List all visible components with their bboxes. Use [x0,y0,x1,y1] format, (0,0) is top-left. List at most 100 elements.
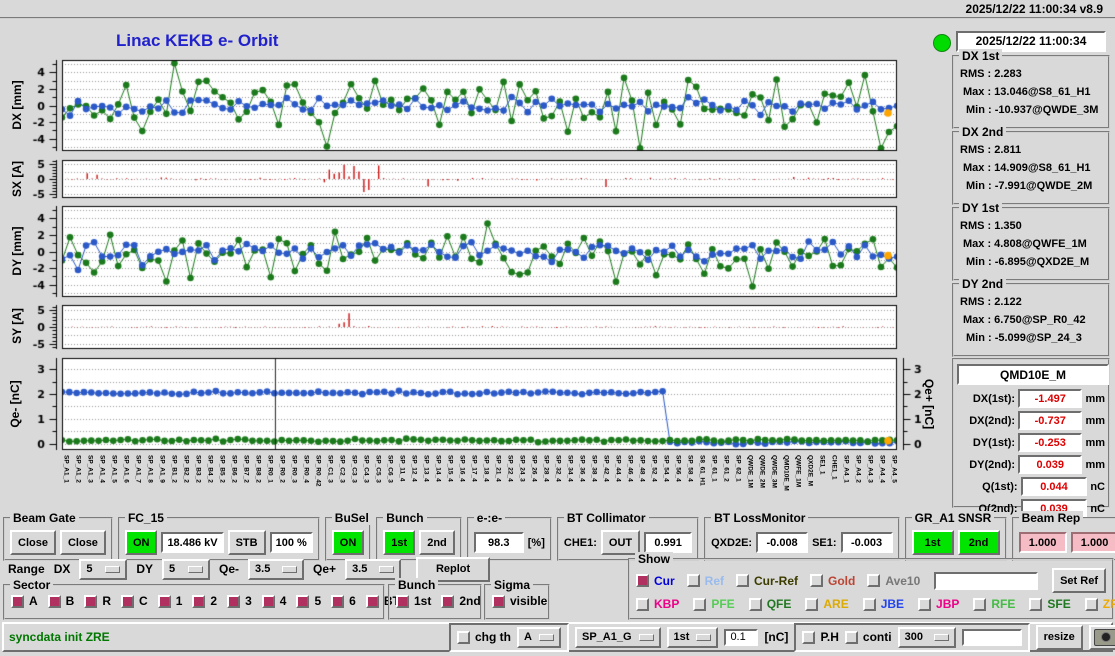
range-qep-select[interactable]: 3.5 [345,558,402,580]
busel-title: BuSel [331,511,372,525]
checkbox-label: PFE [711,597,735,611]
x-axis-label: SP_54_4 [662,455,670,482]
fc15-percent-display: 100 % [269,532,313,553]
bt-lossmonitor-qxd2e-label: QXD2E: [711,536,753,549]
stats-line: Max : 4.808@QWFE_1M [963,238,1087,250]
show-checkbox-gold[interactable]: Gold [810,574,855,588]
x-axis-label: SP_C5_3 [374,455,382,483]
beam-gate-close-2-button[interactable]: Close [59,530,106,555]
show-checkbox-are[interactable]: ARE [805,597,849,611]
x-axis-bpm-labels: SP_A1_1 SP_A1_2 SP_A1_3 SP_A1_4 SP_A1_5 SP_A1… [62,455,898,505]
fc15-on-button[interactable]: ON [124,530,158,555]
set-ref-button[interactable]: Set Ref [1052,568,1106,593]
camera-icon [1093,628,1115,646]
show-row-2: KBP PFE QFE ARE JBE JBP RFE SFE ZRE [630,595,1115,613]
show-checkbox-cur-ref[interactable]: Cur-Ref [736,574,798,588]
checkbox-label: Cur-Ref [754,573,799,588]
sigma-visible-checkbox[interactable]: visible [492,594,547,608]
extra-input[interactable] [961,628,1022,646]
th-select[interactable]: A [517,626,561,648]
conti-checkbox[interactable]: conti [844,630,892,644]
show-checkbox-jbp[interactable]: JBP [918,597,959,611]
points-select[interactable]: 300 [897,626,956,648]
sector-checkbox-6[interactable]: 6 [331,594,356,608]
device-row-unit: mm [1085,458,1105,471]
checkbox-label: A [29,594,38,608]
show-checkbox-rfe[interactable]: RFE [973,597,1015,611]
sector-checkbox-C[interactable]: C [121,594,148,608]
checkbox-indicator [331,594,345,608]
bunch-order-select[interactable]: 1st [666,626,719,648]
x-axis-label: SP_24_3 [518,455,526,482]
show-checkbox-sfe[interactable]: SFE [1029,597,1071,611]
beam-gate-group: Beam Gate Close Close [3,511,113,561]
stats-group-title: DY 2nd [959,277,1007,291]
show-checkbox-qfe[interactable]: QFE [748,597,791,611]
x-axis-label: SP_A4_1 [842,455,850,483]
control-row-1: Beam Gate Close Close FC_15 ON 18.486 kV… [3,511,1115,561]
x-axis-label: SP_A1_1 [62,455,70,483]
show-checkbox-kbp[interactable]: KBP [636,597,679,611]
bt-lossmonitor-qxd2e-display: -0.008 [756,532,809,553]
show-checkbox-zre[interactable]: ZRE [1084,597,1115,611]
checkbox-indicator [736,574,750,587]
x-axis-label: SP_B7_2 [242,455,250,483]
gr-a1-1st-button[interactable]: 1st [911,530,954,555]
bunch-checkbox-1st[interactable]: 1st [396,594,431,608]
camera-lens-icon [1100,632,1111,642]
show-row-1: Cur Ref Cur-Ref Gold Ave10 Set Ref [630,560,1112,595]
bunch-2nd-button[interactable]: 2nd [419,530,455,555]
x-axis-label: SP_46_4 [626,455,634,482]
stats-line: RMS : 2.283 [960,68,1022,80]
x-axis-label: SP_A1_6 [122,455,130,483]
resize-button[interactable]: resize [1035,624,1083,650]
sector-checkbox-1[interactable]: 1 [157,594,182,608]
beam-rep-group: Beam Rep 1.000 1.000 [Hz] 100.000 [%] [1011,511,1115,561]
device-row-value: 0.039 [1018,455,1083,474]
show-checkbox-ave10[interactable]: Ave10 [867,574,920,588]
checkbox-indicator [862,597,876,611]
set-ref-input[interactable] [934,571,1039,590]
busel-group: BuSel ON [324,511,372,561]
checkbox-label: visible [510,594,548,608]
x-axis-label: QXD2E_M [806,455,814,487]
screenshot-button[interactable] [1088,624,1115,650]
gr-a1-2nd-button[interactable]: 2nd [957,530,1000,555]
busel-on-button[interactable]: ON [331,530,365,555]
show-checkbox-cur[interactable]: Cur [636,574,675,588]
bunch-1st-button[interactable]: 1st [383,530,416,555]
x-axis-label: SP_28_4 [542,455,550,482]
checkbox-label: KBP [654,597,680,611]
sector-checkbox-A[interactable]: A [11,594,38,608]
show-checkbox-ref[interactable]: Ref [686,574,724,588]
plot-dy [0,204,940,301]
sector-items: A B R C 1 2 3 4 5 6 BT [5,586,400,608]
sector-checkbox-B[interactable]: B [47,594,74,608]
ph-checkbox[interactable]: P.H [802,630,839,644]
checkbox-indicator [396,594,409,608]
beam-gate-close-1-button[interactable]: Close [10,530,56,555]
range-dy-select[interactable]: 5 [162,558,211,580]
checkbox-indicator [1084,597,1098,611]
show-checkbox-pfe[interactable]: PFE [693,597,735,611]
stats-line: Min : -5.099@SP_24_3 [966,332,1082,344]
sp-select[interactable]: SP_A1_G [575,626,661,648]
x-axis-label: SP_R0_1 [266,455,274,483]
range-qem-select[interactable]: 3.5 [248,558,305,580]
chg-th-checkbox[interactable]: chg th [457,630,511,644]
sigma-title: Sigma [491,578,534,592]
sector-checkbox-3[interactable]: 3 [227,594,252,608]
bunch-checkbox-2nd[interactable]: 2nd [441,594,481,608]
checkbox-label: 2nd [459,594,481,608]
checkbox-indicator [47,594,61,608]
sector-checkbox-2[interactable]: 2 [192,594,217,608]
fc15-stb-button[interactable]: STB [227,530,266,555]
sector-checkbox-5[interactable]: 5 [296,594,321,608]
range-dx-select[interactable]: 5 [79,558,128,580]
show-checkbox-jbe[interactable]: JBE [862,597,904,611]
bt-collimator-title: BT Collimator [563,511,649,525]
threshold-input[interactable] [724,628,759,646]
sector-checkbox-4[interactable]: 4 [261,594,286,608]
sector-checkbox-R[interactable]: R [84,594,111,608]
x-axis-label: QMD10E_M [782,455,790,491]
